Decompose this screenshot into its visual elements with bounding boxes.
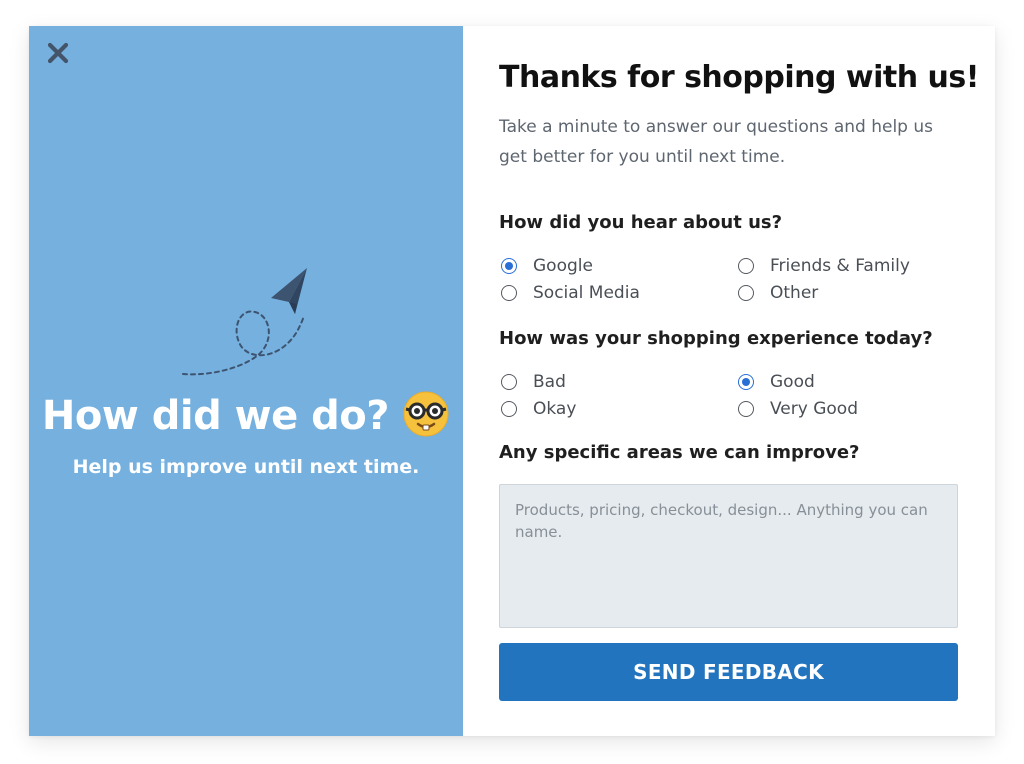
radio-option-bad[interactable]: Bad (501, 370, 566, 394)
nerd-face-emoji-icon (402, 390, 450, 442)
option-label: Social Media (533, 283, 640, 303)
option-label: Okay (533, 399, 577, 419)
radio-option-social-media[interactable]: Social Media (501, 281, 640, 305)
feedback-form: Thanks for shopping with us! Take a minu… (463, 26, 995, 736)
radio-option-other[interactable]: Other (738, 281, 818, 305)
radio-option-good[interactable]: Good (738, 370, 815, 394)
option-label: Google (533, 256, 593, 276)
option-label: Bad (533, 372, 566, 392)
radio-option-friends-family[interactable]: Friends & Family (738, 254, 910, 278)
radio-button[interactable] (501, 401, 517, 417)
radio-button-selected[interactable] (738, 374, 754, 390)
radio-button[interactable] (738, 258, 754, 274)
option-label: Friends & Family (770, 256, 910, 276)
option-label: Other (770, 283, 819, 303)
radio-button[interactable] (501, 374, 517, 390)
question-areas-to-improve: Any specific areas we can improve? (499, 442, 860, 463)
send-feedback-button[interactable]: SEND FEEDBACK (499, 643, 958, 701)
radio-button[interactable] (501, 285, 517, 301)
radio-button[interactable] (738, 401, 754, 417)
radio-option-okay[interactable]: Okay (501, 397, 576, 421)
option-label: Very Good (770, 399, 858, 419)
paper-plane-icon (182, 268, 307, 376)
close-icon[interactable] (44, 39, 72, 67)
radio-button[interactable] (738, 285, 754, 301)
question-shopping-experience: How was your shopping experience today? (499, 328, 933, 349)
hero-title-row: How did we do? (29, 390, 463, 442)
form-description: Take a minute to answer our questions an… (499, 117, 933, 167)
hero-title: How did we do? (41, 393, 390, 439)
radio-option-very-good[interactable]: Very Good (738, 397, 858, 421)
hero-subtitle: Help us improve until next time. (72, 456, 420, 478)
radio-button-selected[interactable] (501, 258, 517, 274)
left-panel: How did we do? Help us improve until nex… (29, 26, 463, 736)
form-title: Thanks for shopping with us! (499, 60, 979, 95)
radio-option-google[interactable]: Google (501, 254, 593, 278)
option-label: Good (770, 372, 815, 392)
question-hear-about-us: How did you hear about us? (499, 212, 783, 233)
feedback-modal: How did we do? Help us improve until nex… (29, 26, 995, 736)
improvement-textarea[interactable] (499, 484, 958, 628)
